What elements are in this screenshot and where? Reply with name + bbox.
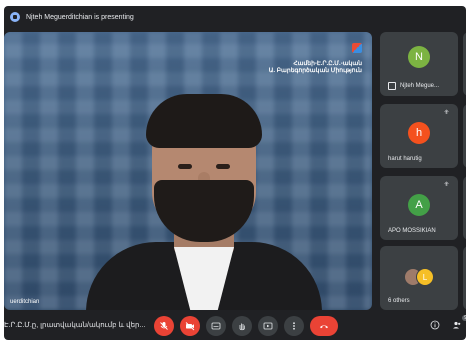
others-count-label: 6 others: [388, 298, 410, 304]
participant-tile[interactable]: N Njteh Megue...: [380, 32, 458, 96]
raise-hand-button[interactable]: [232, 316, 252, 336]
call-end-icon: [320, 325, 328, 329]
meeting-title: Է.Ր.Ը.Մ.ը, լրատվական/ակումբ և վեր...: [4, 322, 146, 329]
others-tile[interactable]: L 6 others: [380, 246, 458, 310]
participant-avatar: N: [408, 46, 430, 68]
speaker-video: [74, 92, 334, 310]
participant-avatar: h: [408, 122, 430, 144]
avatar-letter: h: [415, 127, 423, 139]
camera-off-icon: [185, 322, 195, 331]
mic-off-icon: ⁜: [444, 182, 450, 188]
logo-text-line1: Համեի-Է.Ր.Ը.Մ.-ական: [293, 61, 362, 67]
speaker-hair: [146, 94, 262, 148]
organization-logo: Համեի-Է.Ր.Ը.Մ.-ական Ա. Բարեգործական Միու…: [269, 42, 362, 74]
participant-name: Njteh Megue...: [400, 83, 440, 89]
presenting-badge: Njteh Meguerditchian is presenting: [10, 12, 134, 22]
participant-name: harut harutig: [388, 156, 422, 162]
avatar-letter: A: [415, 199, 423, 211]
participant-tile-peek: [463, 32, 466, 96]
presenter-name-label: uerditchian: [10, 299, 40, 305]
info-icon: [430, 320, 440, 330]
raise-hand-icon: [239, 323, 245, 331]
meeting-details-button[interactable]: [428, 318, 442, 332]
speaker-beard: [154, 180, 254, 242]
people-icon: [453, 321, 461, 329]
others-avatars: L: [404, 266, 438, 286]
present-screen-small-icon: [388, 82, 396, 90]
participant-tile[interactable]: ⁜ A APO MOSSIKIAN: [380, 176, 458, 240]
participant-avatar: A: [408, 194, 430, 216]
participant-tile-peek: [463, 104, 466, 168]
logo-mark-icon: [352, 43, 362, 53]
captions-button[interactable]: [206, 316, 226, 336]
main-video-stage[interactable]: Համեի-Է.Ր.Ը.Մ.-ական Ա. Բարեգործական Միու…: [4, 32, 372, 310]
avatar-letter: L: [422, 272, 428, 282]
avatar-letter: N: [415, 51, 423, 63]
participant-name-row: harut harutig: [388, 156, 422, 162]
logo-text-line2: Ա. Բարեգործական Միություն: [268, 68, 362, 74]
camera-toggle-button[interactable]: [180, 316, 200, 336]
presenting-bar: Njteh Meguerditchian is presenting: [4, 6, 466, 28]
people-button[interactable]: 9: [450, 315, 466, 332]
more-options-button[interactable]: [284, 316, 304, 336]
participant-name-row: Njteh Megue...: [388, 82, 439, 90]
present-screen-icon: [263, 322, 273, 330]
mic-toggle-button[interactable]: [154, 316, 174, 336]
people-count-badge: 9: [462, 315, 466, 321]
present-now-button[interactable]: [258, 316, 278, 336]
leave-call-button[interactable]: [310, 316, 338, 336]
speaker-eye-right: [216, 164, 230, 169]
presenting-text: Njteh Meguerditchian is presenting: [26, 13, 134, 21]
participant-name-row: APO MOSSIKIAN: [388, 228, 436, 234]
participant-name: APO MOSSIKIAN: [388, 228, 436, 234]
others-name-row: 6 others: [388, 298, 410, 304]
participant-tile-peek: [463, 176, 466, 240]
mic-off-icon: [160, 322, 168, 330]
participant-tile[interactable]: ⁜ h harut harutig: [380, 104, 458, 168]
captions-icon: [211, 322, 221, 330]
others-avatar: L: [416, 268, 434, 286]
present-screen-icon: [10, 12, 20, 22]
control-bar: Է.Ր.Ը.Մ.ը, լրատվական/ակումբ և վեր... 9: [4, 312, 466, 340]
meet-window: Njteh Meguerditchian is presenting Համեի…: [4, 6, 466, 340]
more-vert-icon: [293, 322, 295, 330]
mic-off-icon: ⁜: [444, 110, 450, 116]
participant-tile-peek: [463, 246, 466, 310]
speaker-eye-left: [178, 164, 192, 169]
